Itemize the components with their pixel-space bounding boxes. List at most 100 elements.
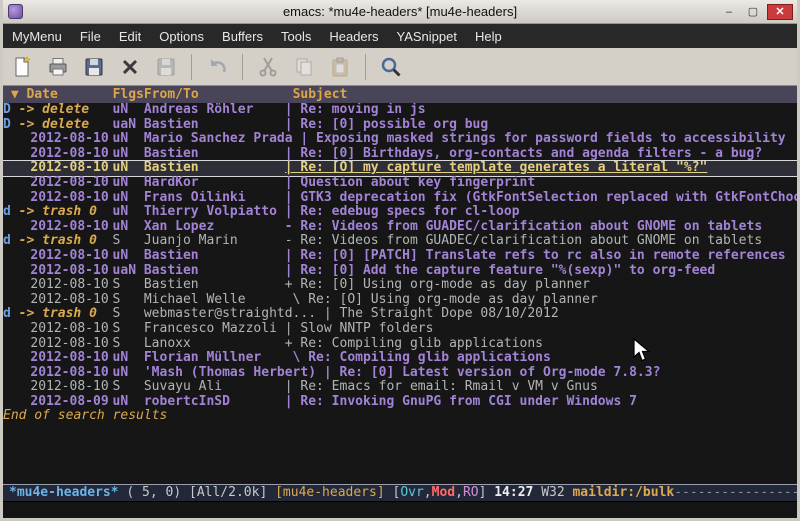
column-date[interactable]: ▼ Date — [3, 86, 113, 103]
message-date: -> delete — [19, 118, 113, 133]
search-button[interactable] — [376, 52, 406, 82]
message-flags: uN — [113, 103, 144, 118]
menu-item[interactable]: Edit — [110, 29, 150, 44]
menu-item[interactable]: Options — [150, 29, 213, 44]
message-from: Mario Sanchez Prada — [144, 132, 301, 147]
message-flags: uN — [113, 205, 144, 220]
headers-buffer: D -> delete uN Andreas Röhler | Re: movi… — [3, 103, 797, 484]
message-row[interactable]: 2012-08-10 uN Frans Oilinki | GTK3 depre… — [3, 191, 797, 206]
message-flags: S — [113, 380, 144, 395]
message-row[interactable]: 2012-08-10 uN Florian Müllner \ Re: Comp… — [3, 351, 797, 366]
save-as-button[interactable] — [151, 52, 181, 82]
message-date: 2012-08-10 — [19, 264, 113, 279]
mark-char — [3, 191, 19, 206]
modeline-clock: 14:27 — [494, 485, 533, 501]
message-row[interactable]: 2012-08-10 uN 'Mash (Thomas Herbert) | R… — [3, 366, 797, 381]
message-flags: uN — [113, 351, 144, 366]
column-from[interactable]: From/To — [144, 86, 293, 103]
message-from: Suvayu Ali — [144, 380, 285, 395]
message-subject: + Re: Compiling glib applications — [285, 337, 797, 352]
message-row[interactable]: 2012-08-10 uN Mario Sanchez Prada | Expo… — [3, 132, 797, 147]
message-row[interactable]: D -> delete uaN Bastien | Re: [0] possib… — [3, 118, 797, 133]
toolbar-separator — [242, 54, 243, 80]
message-subject: | Re: moving in js — [285, 103, 797, 118]
mark-char — [3, 249, 19, 264]
message-row[interactable]: 2012-08-10 S Francesco Mazzoli | Slow NN… — [3, 322, 797, 337]
minimize-button[interactable]: – — [719, 4, 739, 20]
modeline-dashes: -------------------- — [674, 485, 797, 501]
menu-item[interactable]: Tools — [272, 29, 320, 44]
message-row[interactable]: d -> trash 0 S webmaster@straightd... | … — [3, 307, 797, 322]
message-row[interactable]: 2012-08-09 uN robertcInSD | Re: Invoking… — [3, 395, 797, 410]
message-from: webmaster@straightd... — [144, 307, 324, 322]
message-subject: + Re: [0] Using org-mode as day planner — [285, 278, 797, 293]
menu-item[interactable]: Headers — [320, 29, 387, 44]
mark-char — [3, 278, 19, 293]
message-row[interactable]: 2012-08-10 uN Bastien | Re: [0] [PATCH] … — [3, 249, 797, 264]
message-row[interactable]: 2012-08-10 uN Bastien | Re: [O] my captu… — [3, 161, 797, 176]
message-flags: S — [113, 293, 144, 308]
message-row[interactable]: 2012-08-10 uN Xan Lopez - Re: Videos fro… — [3, 220, 797, 235]
paste-button[interactable] — [325, 52, 355, 82]
mode-line[interactable]: *mu4e-headers* ( 5, 0) [All/2.0k] [mu4e-… — [3, 484, 797, 502]
close-buffer-button[interactable] — [115, 52, 145, 82]
message-from: Bastien — [144, 161, 285, 176]
menu-item[interactable]: Help — [466, 29, 511, 44]
message-subject: | Re: Invoking GnuPG from CGI under Wind… — [285, 395, 797, 410]
toolbar-separator — [191, 54, 192, 80]
message-date: 2012-08-10 — [19, 191, 113, 206]
message-from: Bastien — [144, 147, 285, 162]
mark-char — [3, 293, 19, 308]
message-row[interactable]: 2012-08-10 S Suvayu Ali | Re: Emacs for … — [3, 380, 797, 395]
headers-column-header[interactable]: ▼ Date Flgs From/To Subject — [3, 86, 797, 103]
message-date: 2012-08-10 — [19, 337, 113, 352]
menu-item[interactable]: File — [71, 29, 110, 44]
end-of-results-text: End of search results — [3, 409, 797, 424]
message-row[interactable]: d -> trash 0 S Juanjo Marin - Re: Videos… — [3, 234, 797, 249]
message-flags: uaN — [113, 264, 144, 279]
message-row[interactable]: 2012-08-10 uN HardKor | Question about k… — [3, 176, 797, 191]
modeline-major-mode: [mu4e-headers] — [275, 485, 385, 501]
print-button[interactable] — [43, 52, 73, 82]
new-file-button[interactable] — [7, 52, 37, 82]
column-subject[interactable]: Subject — [293, 86, 797, 103]
message-subject: | Re: edebug specs for cl-loop — [285, 205, 797, 220]
copy-button[interactable] — [289, 52, 319, 82]
message-date: 2012-08-10 — [19, 351, 113, 366]
undo-button[interactable] — [202, 52, 232, 82]
message-from: Florian Müllner — [144, 351, 285, 366]
echo-area[interactable] — [3, 502, 797, 518]
menu-item[interactable]: YASnippet — [387, 29, 465, 44]
message-flags: uN — [113, 132, 144, 147]
message-from: Bastien — [144, 278, 285, 293]
message-from: Bastien — [144, 118, 285, 133]
message-flags: S — [113, 322, 144, 337]
message-row[interactable]: 2012-08-10 uaN Bastien | Re: [0] Add the… — [3, 264, 797, 279]
menu-item[interactable]: MyMenu — [3, 29, 71, 44]
column-flags[interactable]: Flgs — [113, 86, 144, 103]
toolbar-separator — [365, 54, 366, 80]
maximize-button[interactable]: ▢ — [743, 4, 763, 20]
message-from: HardKor — [144, 176, 285, 191]
menu-item[interactable]: Buffers — [213, 29, 272, 44]
close-button[interactable]: ✕ — [767, 4, 793, 20]
mark-char: d — [3, 205, 19, 220]
message-flags: uN — [113, 147, 144, 162]
message-date: -> trash 0 — [19, 234, 113, 249]
titlebar[interactable]: emacs: *mu4e-headers* [mu4e-headers] – ▢… — [3, 0, 797, 24]
save-button[interactable] — [79, 52, 109, 82]
message-row[interactable]: 2012-08-10 S Lanoxx + Re: Compiling glib… — [3, 337, 797, 352]
message-row[interactable]: 2012-08-10 uN Bastien | Re: [0] Birthday… — [3, 147, 797, 162]
cut-button[interactable] — [253, 52, 283, 82]
message-row[interactable]: D -> delete uN Andreas Röhler | Re: movi… — [3, 103, 797, 118]
message-row[interactable]: 2012-08-10 S Bastien + Re: [0] Using org… — [3, 278, 797, 293]
message-subject: | Re: Emacs for email: Rmail v VM v Gnus — [285, 380, 797, 395]
mark-char — [3, 395, 19, 410]
message-date: 2012-08-10 — [19, 249, 113, 264]
modeline-comma: , — [424, 485, 432, 501]
message-from: Frans Oilinki — [144, 191, 285, 206]
message-row[interactable]: 2012-08-10 S Michael Welle \ Re: [O] Usi… — [3, 293, 797, 308]
message-subject: | Exposing masked strings for password f… — [300, 132, 797, 147]
message-row[interactable]: d -> trash 0 uN Thierry Volpiatto | Re: … — [3, 205, 797, 220]
mark-char — [3, 380, 19, 395]
